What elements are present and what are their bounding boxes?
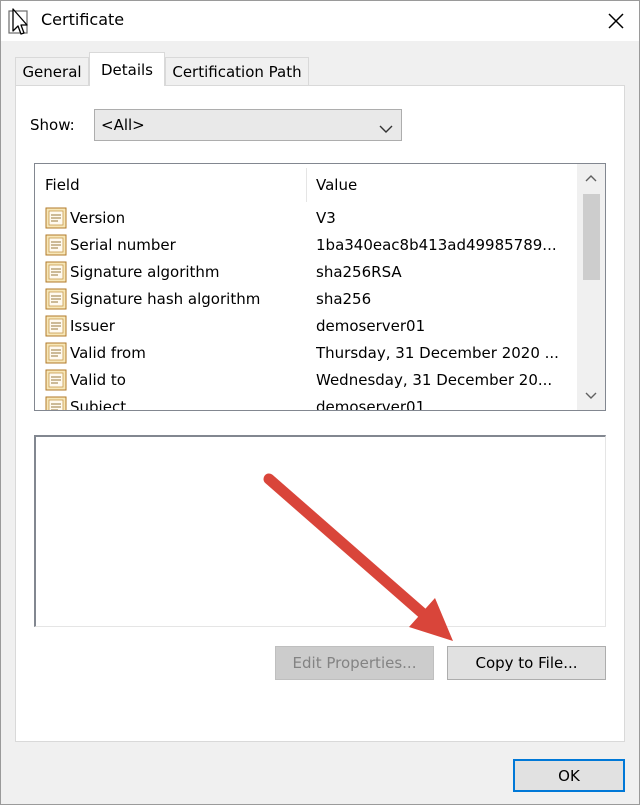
close-button[interactable] [593,1,639,41]
column-header-field[interactable]: Field [45,176,80,194]
field-name: Issuer [70,317,115,335]
show-dropdown[interactable]: <All> [94,109,402,141]
field-value: sha256RSA [316,263,402,281]
list-item[interactable]: Subject demoserver01 [35,393,577,411]
certificate-field-icon [45,369,67,391]
field-value: demoserver01 [316,317,426,335]
chevron-down-icon [379,120,393,138]
field-name: Signature algorithm [70,263,220,281]
scroll-thumb[interactable] [583,194,600,280]
field-value: sha256 [316,290,372,308]
certificate-field-icon [45,396,67,410]
field-value: demoserver01 [316,398,426,411]
field-value: Thursday, 31 December 2020 ... [316,344,559,362]
list-item[interactable]: Valid from Thursday, 31 December 2020 ... [35,339,577,366]
field-value: V3 [316,209,336,227]
certificate-dialog: Certificate General Details Certificatio… [0,0,640,805]
field-name: Valid to [70,371,126,389]
certificate-field-icon [45,234,67,256]
field-name: Version [70,209,126,227]
column-header-value[interactable]: Value [316,176,357,194]
ok-button[interactable]: OK [513,759,625,792]
list-scrollbar[interactable] [577,164,605,410]
field-value-box[interactable] [34,435,606,627]
list-item[interactable]: Serial number 1ba340eac8b413ad49985789... [35,231,577,258]
close-icon [608,13,624,29]
fields-list[interactable]: Field Value Version V3 Serial number 1ba340… [34,163,606,411]
scroll-down-button[interactable] [577,382,605,410]
certificate-field-icon [45,207,67,229]
field-name: Signature hash algorithm [70,290,261,308]
copy-to-file-button[interactable]: Copy to File... [447,646,606,680]
field-name: Serial number [70,236,176,254]
show-label: Show: [30,116,75,134]
list-item[interactable]: Signature hash algorithm sha256 [35,285,577,312]
certificate-window-icon [7,7,33,37]
show-dropdown-value: <All> [101,116,145,134]
list-item[interactable]: Version V3 [35,204,577,231]
list-item[interactable]: Issuer demoserver01 [35,312,577,339]
details-panel: Show: <All> Field Value Version V3 Serial … [15,85,625,742]
certificate-field-icon [45,261,67,283]
field-value: Wednesday, 31 December 20... [316,371,553,389]
certificate-field-icon [45,315,67,337]
column-separator[interactable] [306,168,307,202]
certificate-field-icon [45,342,67,364]
certificate-field-icon [45,288,67,310]
tab-certification-path[interactable]: Certification Path [165,57,309,85]
field-name: Valid from [70,344,146,362]
tab-details[interactable]: Details [89,52,165,86]
list-header: Field Value [35,164,577,204]
scroll-up-button[interactable] [577,164,605,192]
title-bar[interactable]: Certificate [1,1,639,41]
field-value: 1ba340eac8b413ad49985789... [316,236,557,254]
tab-general[interactable]: General [15,57,89,85]
chevron-down-icon [585,392,597,399]
field-name: Subject [70,398,127,411]
list-item[interactable]: Signature algorithm sha256RSA [35,258,577,285]
window-title: Certificate [41,10,125,29]
chevron-up-icon [585,175,597,182]
edit-properties-button[interactable]: Edit Properties... [275,646,434,680]
list-item[interactable]: Valid to Wednesday, 31 December 20... [35,366,577,393]
